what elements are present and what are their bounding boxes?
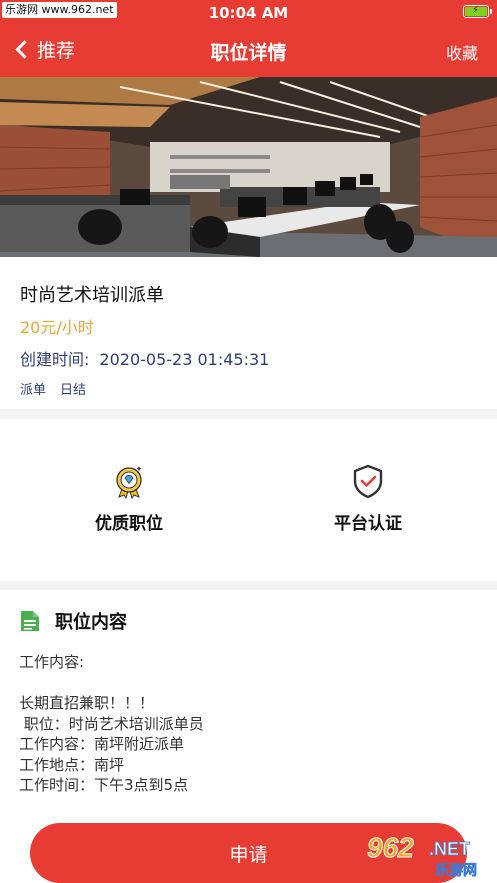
svg-text:962: 962 <box>367 832 414 863</box>
header: 乐游网 www.962.net 10:04 AM ⚡ 推荐 职位详情 收藏 <box>0 0 497 77</box>
platform-certified-label: 平台认证 <box>334 514 402 534</box>
created-time-value: 2020-05-23 01:45:31 <box>99 350 270 369</box>
description-line: 工作内容: <box>19 653 85 671</box>
feature-card: 优质职位 平台认证 <box>0 419 497 581</box>
shield-check-icon <box>353 464 383 499</box>
job-info-card: 时尚艺术培训派单 20元/小时 创建时间: 2020-05-23 01:45:31… <box>0 257 497 409</box>
description-line: 职位：时尚艺术培训派单员 <box>19 714 204 733</box>
battery-icon: ⚡ <box>463 5 492 18</box>
document-icon <box>21 611 39 631</box>
svg-text:乐游网: 乐游网 <box>435 862 477 879</box>
description-line: 长期直招兼职！！！ <box>19 694 155 712</box>
status-time: 10:04 AM <box>208 4 289 22</box>
job-description: 工作内容: 长期直招兼职！！！ 职位：时尚艺术培训派单员 工作内容：南坪附近派单… <box>19 652 204 796</box>
nav-bar: 推荐 职位详情 收藏 <box>0 26 497 76</box>
job-tag: 派单 <box>20 383 47 398</box>
page-title: 职位详情 <box>210 42 287 64</box>
site-watermark-logo: 962 .NET 乐游网 <box>367 832 478 880</box>
svg-text:.NET: .NET <box>429 839 470 859</box>
created-time: 创建时间: 2020-05-23 01:45:31 <box>20 346 269 370</box>
description-line: 工作内容：南坪附近派单 <box>19 735 185 753</box>
section-title: 职位内容 <box>55 612 127 633</box>
description-line <box>19 673 204 694</box>
medal-icon <box>116 466 142 499</box>
office-banner-image <box>0 77 497 257</box>
favorite-button[interactable]: 收藏 <box>446 40 478 64</box>
description-line: 工作地点：南坪 <box>19 755 125 774</box>
quality-job-label: 优质职位 <box>95 514 163 534</box>
job-tag: 日结 <box>60 383 87 398</box>
description-line: 工作时间：下午3点到5点 <box>19 776 189 794</box>
job-title: 时尚艺术培训派单 <box>20 285 164 306</box>
platform-certified-badge: 平台认证 <box>293 463 443 534</box>
quality-job-badge: 优质职位 <box>54 463 204 534</box>
status-bar: 乐游网 www.962.net 10:04 AM ⚡ <box>0 0 497 24</box>
section-header: 职位内容 <box>19 608 127 634</box>
job-salary: 20元/小时 <box>20 318 94 337</box>
created-time-label: 创建时间: <box>20 350 90 369</box>
job-detail-page: 乐游网 www.962.net 10:04 AM ⚡ 推荐 职位详情 收藏 时尚… <box>0 0 497 883</box>
job-tags: 派单 日结 <box>20 379 86 398</box>
